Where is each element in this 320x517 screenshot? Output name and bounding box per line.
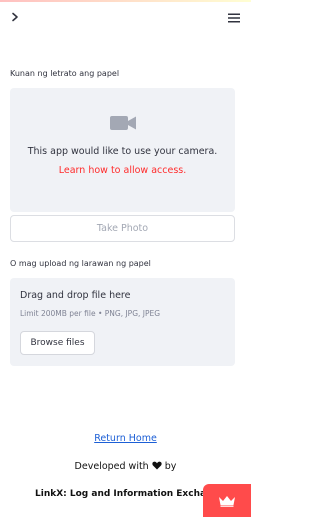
return-home-link[interactable]: Return Home — [0, 433, 251, 444]
camera-permission-message: This app would like to use your camera. — [27, 146, 218, 157]
developed-with-label: Developed with — [74, 461, 149, 472]
video-camera-icon — [110, 116, 136, 130]
streamlit-badge-button[interactable] — [203, 484, 251, 517]
crown-icon — [219, 495, 235, 507]
browse-files-button[interactable]: Browse files — [20, 331, 95, 355]
developed-with-text: Developed with by — [0, 461, 251, 472]
app-page: Kunan ng letrato ang papel This app woul… — [0, 0, 251, 517]
dropzone-title: Drag and drop file here — [20, 290, 131, 301]
chevron-right-icon — [12, 12, 18, 22]
camera-placeholder: This app would like to use your camera. … — [10, 88, 235, 212]
dropzone-limit-text: Limit 200MB per file • PNG, JPG, JPEG — [20, 309, 161, 318]
main-menu-button[interactable] — [227, 10, 241, 24]
hamburger-menu-icon — [228, 13, 240, 23]
sidebar-toggle-button[interactable] — [8, 9, 22, 25]
file-dropzone[interactable]: Drag and drop file here Limit 200MB per … — [10, 278, 235, 366]
top-decoration-line — [0, 0, 251, 2]
file-upload-label: O mag upload ng larawan ng papel — [10, 259, 151, 268]
take-photo-button[interactable]: Take Photo — [10, 215, 235, 242]
allow-access-link[interactable]: Learn how to allow access. — [10, 165, 235, 176]
heart-icon — [152, 461, 162, 470]
by-label: by — [164, 461, 177, 472]
camera-input-label: Kunan ng letrato ang papel — [10, 69, 120, 78]
